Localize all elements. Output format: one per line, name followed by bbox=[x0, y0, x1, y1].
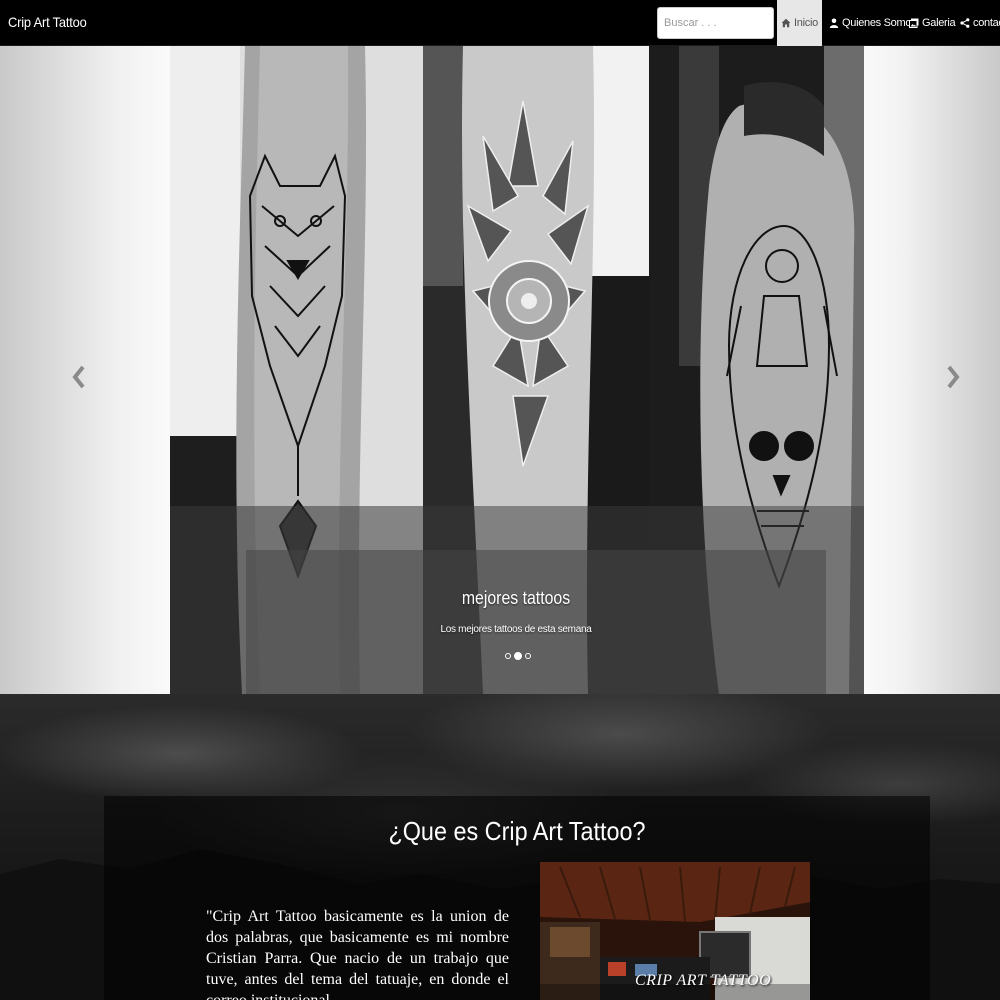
share-icon bbox=[960, 18, 970, 28]
about-section: ¿Que es Crip Art Tattoo? "Crip Art Tatto… bbox=[0, 694, 1000, 1000]
about-title: ¿Que es Crip Art Tattoo? bbox=[388, 816, 646, 846]
carousel-caption-title: mejores tattoos bbox=[461, 588, 571, 608]
navbar: Crip Art Tattoo Inicio Quienes Somos Gal… bbox=[0, 0, 1000, 46]
carousel-caption-backdrop bbox=[246, 550, 826, 694]
nav-item-quienes-somos[interactable]: Quienes Somos bbox=[829, 0, 917, 46]
nav-label-contacto: contacte bbox=[973, 17, 1000, 29]
nav-label-galeria: Galeria bbox=[922, 17, 956, 29]
carousel-prev-button[interactable] bbox=[69, 362, 89, 392]
chevron-left-icon bbox=[72, 365, 85, 389]
search-input[interactable] bbox=[657, 7, 774, 39]
carousel-caption-text: Los mejores tattoos de esta semana bbox=[440, 624, 592, 635]
carousel-indicators bbox=[505, 652, 531, 660]
nav-item-galeria[interactable]: Galeria bbox=[909, 0, 956, 46]
carousel-indicator-2[interactable] bbox=[514, 652, 522, 660]
carousel-side-right bbox=[864, 46, 1000, 694]
about-studio-photo: CRIP ART TATTOO bbox=[540, 862, 810, 1000]
user-icon bbox=[829, 18, 839, 28]
nav-item-contacto[interactable]: contacte bbox=[960, 0, 1000, 46]
studio-sign-text: CRIP ART TATTOO bbox=[635, 972, 772, 989]
carousel-indicator-1[interactable] bbox=[505, 653, 511, 659]
about-description: "Crip Art Tattoo basicamente es la union… bbox=[206, 908, 509, 1000]
nav-item-inicio[interactable]: Inicio bbox=[777, 0, 822, 46]
brand-link[interactable]: Crip Art Tattoo bbox=[8, 14, 87, 30]
carousel-indicator-3[interactable] bbox=[525, 653, 531, 659]
chevron-right-icon bbox=[947, 365, 960, 389]
nav-label-quienes-somos: Quienes Somos bbox=[842, 17, 917, 29]
hero-carousel: mejores tattoos Los mejores tattoos de e… bbox=[0, 46, 1000, 694]
carousel-next-button[interactable] bbox=[943, 362, 963, 392]
gallery-icon bbox=[909, 18, 919, 28]
nav-label-inicio: Inicio bbox=[794, 17, 818, 29]
home-icon bbox=[781, 18, 791, 28]
